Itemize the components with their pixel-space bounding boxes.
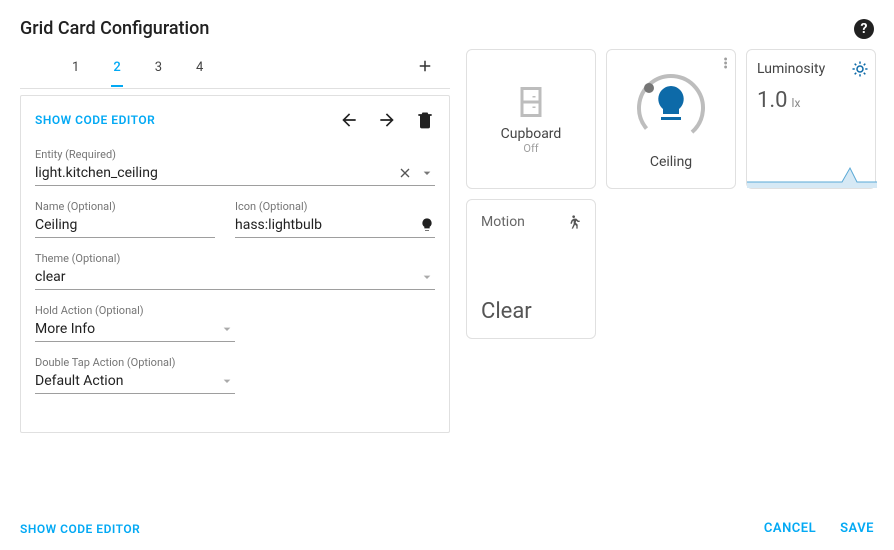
cancel-button[interactable]: Cancel (764, 521, 816, 536)
help-icon[interactable]: ? (854, 19, 874, 39)
luminosity-value: 1.0 (757, 88, 788, 113)
show-code-editor-link[interactable]: Show Code Editor (35, 113, 155, 127)
card-ceiling-title: Ceiling (650, 154, 692, 170)
sparkline (747, 158, 877, 188)
entity-label: Entity (Required) (35, 148, 435, 161)
tab-4[interactable]: 4 (194, 50, 205, 87)
card-luminosity[interactable]: Luminosity 1.0 lx (746, 49, 876, 189)
card-motion-state: Clear (481, 299, 532, 324)
lightbulb-icon (419, 217, 435, 233)
luminosity-unit: lx (792, 96, 801, 110)
card-ceiling[interactable]: ••• Ceiling (606, 49, 736, 189)
card-cupboard-state: Off (523, 142, 538, 155)
plus-icon (416, 57, 434, 75)
gauge-icon (631, 68, 711, 148)
footer-show-code-link[interactable]: Show Code Editor (20, 522, 140, 536)
name-input[interactable] (35, 215, 215, 235)
card-cupboard[interactable]: Cupboard Off (466, 49, 596, 189)
dropdown-icon[interactable] (419, 269, 435, 285)
entity-input[interactable] (35, 163, 391, 183)
double-tap-action-select[interactable] (35, 371, 213, 391)
clear-icon[interactable] (397, 165, 413, 181)
double-tap-action-label: Double Tap Action (Optional) (35, 356, 235, 369)
card-motion-title: Motion (481, 214, 525, 230)
dropdown-icon[interactable] (419, 165, 435, 181)
walk-icon (565, 214, 581, 230)
arrow-left-icon[interactable] (339, 110, 359, 130)
icon-label: Icon (Optional) (235, 200, 435, 213)
hold-action-label: Hold Action (Optional) (35, 304, 235, 317)
dropdown-icon[interactable] (219, 321, 235, 337)
tabs-row: 1 2 3 4 (20, 49, 450, 89)
tab-1[interactable]: 1 (70, 50, 81, 87)
theme-label: Theme (Optional) (35, 252, 435, 265)
preview-grid: Cupboard Off ••• Ceiling Luminosity 1.0 l… (466, 49, 876, 433)
theme-select[interactable] (35, 267, 413, 287)
config-panel: Show Code Editor Entity (Required) Name … (20, 95, 450, 433)
tab-2[interactable]: 2 (111, 50, 122, 87)
cupboard-icon (513, 84, 549, 120)
name-label: Name (Optional) (35, 200, 215, 213)
delete-icon[interactable] (415, 110, 435, 130)
icon-input[interactable] (235, 215, 413, 235)
add-tab-button[interactable] (410, 56, 440, 81)
hold-action-select[interactable] (35, 319, 213, 339)
card-motion[interactable]: Motion Clear (466, 199, 596, 339)
page-title: Grid Card Configuration (20, 18, 209, 39)
brightness-icon (851, 60, 869, 78)
tab-3[interactable]: 3 (153, 50, 164, 87)
card-cupboard-title: Cupboard (501, 126, 562, 142)
card-luminosity-title: Luminosity (757, 61, 825, 77)
save-button[interactable]: Save (840, 521, 874, 536)
more-icon[interactable]: ••• (723, 58, 727, 70)
dropdown-icon[interactable] (219, 373, 235, 389)
arrow-right-icon[interactable] (377, 110, 397, 130)
